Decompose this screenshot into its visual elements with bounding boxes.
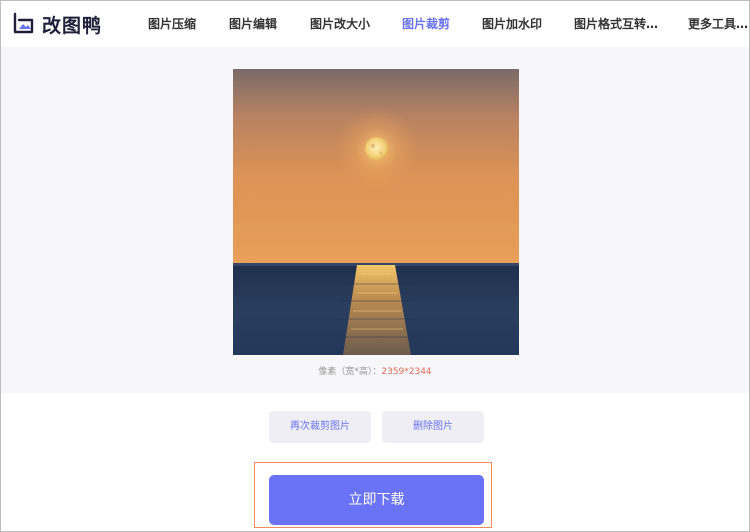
download-button[interactable]: 立即下载 <box>269 475 484 525</box>
nav-item-image-compress[interactable]: 图片压缩 <box>148 16 196 32</box>
top-navigation: 改图鸭 图片压缩 图片编辑 图片改大小 图片裁剪 图片加水印 图片格式互转… 更… <box>1 1 749 47</box>
pixel-label: 像素（宽*高）： <box>318 367 382 377</box>
nav-item-image-watermark[interactable]: 图片加水印 <box>482 16 542 32</box>
cropped-image-preview <box>233 69 519 355</box>
nav-item-format-convert[interactable]: 图片格式互转… <box>574 16 658 32</box>
nav-item-image-crop[interactable]: 图片裁剪 <box>402 16 450 32</box>
pixel-info: 像素（宽*高）：2359*2344 <box>1 364 749 377</box>
recrop-button[interactable]: 再次裁剪图片 <box>269 411 371 443</box>
nav-item-image-edit[interactable]: 图片编辑 <box>229 16 277 32</box>
logo[interactable]: 改图鸭 <box>10 12 103 37</box>
app-name: 改图鸭 <box>42 14 103 37</box>
nav-item-more-tools[interactable]: 更多工具… <box>688 16 748 32</box>
logo-icon <box>13 12 34 34</box>
pixel-value: 2359*2344 <box>381 367 432 377</box>
preview-area: 像素（宽*高）：2359*2344 <box>1 47 749 393</box>
app-window: 改图鸭 图片压缩 图片编辑 图片改大小 图片裁剪 图片加水印 图片格式互转… 更… <box>0 0 750 532</box>
nav-item-image-resize[interactable]: 图片改大小 <box>310 16 370 32</box>
delete-image-button[interactable]: 删除图片 <box>382 411 484 443</box>
